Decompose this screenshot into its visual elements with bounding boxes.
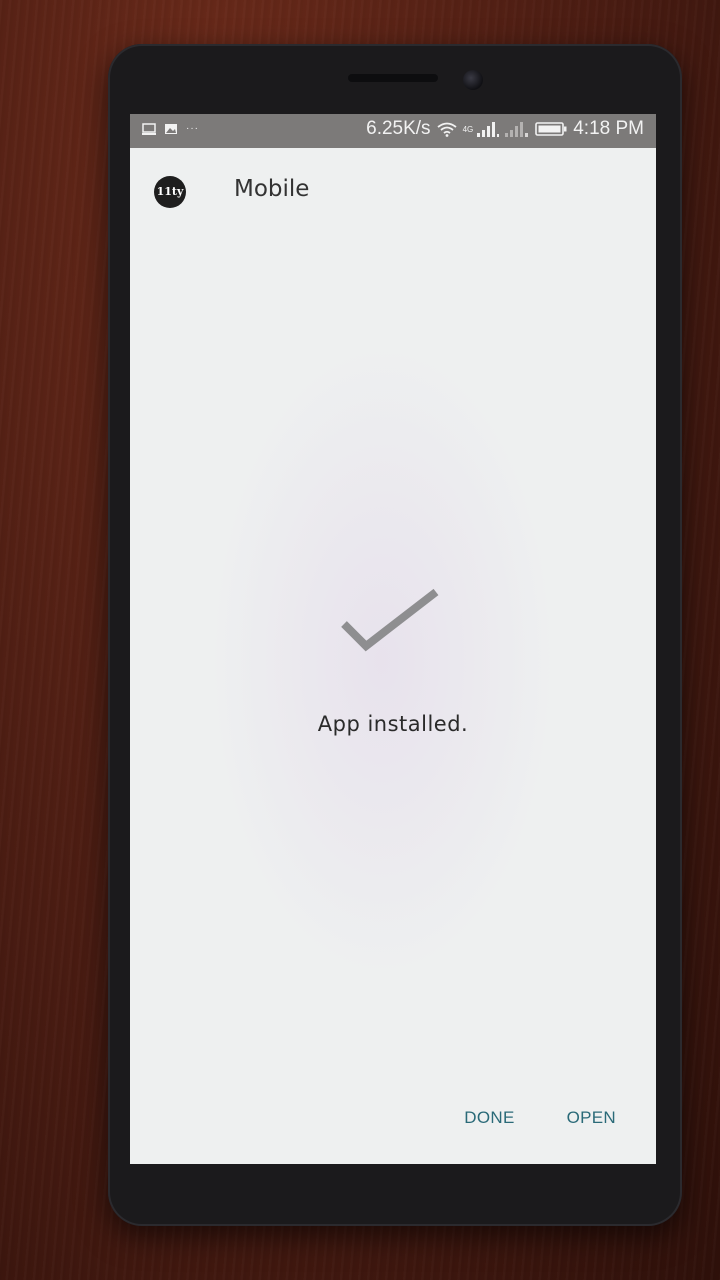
screen: ··· 6.25K/s 4G 4:18 PM 11ty Mobile App i…: [130, 114, 656, 1164]
done-button[interactable]: DONE: [464, 1108, 514, 1128]
install-result-content: App installed. DONE OPEN: [130, 232, 656, 1164]
status-right: 6.25K/s 4G 4:18 PM: [366, 118, 644, 140]
status-left: ···: [142, 123, 199, 135]
wifi-icon: [437, 122, 457, 137]
front-camera: [463, 70, 483, 90]
app-logo-icon: 11ty: [154, 176, 186, 208]
app-bar: 11ty Mobile: [130, 148, 656, 232]
network-speed: 6.25K/s: [366, 118, 431, 139]
checkmark-icon: [341, 588, 439, 652]
signal-sim2-icon: [505, 122, 529, 137]
dialog-actions: DONE OPEN: [464, 1108, 616, 1128]
speaker-grille: [348, 74, 438, 82]
network-type: 4G: [462, 124, 474, 134]
open-button[interactable]: OPEN: [567, 1108, 616, 1128]
battery-icon: [535, 122, 567, 136]
app-title: Mobile: [234, 176, 310, 202]
install-status-message: App installed.: [317, 712, 469, 736]
status-bar: ··· 6.25K/s 4G 4:18 PM: [130, 114, 656, 148]
screen-icon: [142, 123, 156, 135]
signal-icon: [477, 122, 500, 137]
image-icon: [165, 124, 177, 134]
clock: 4:18 PM: [573, 118, 644, 139]
more-notifications-dots: ···: [186, 123, 199, 134]
